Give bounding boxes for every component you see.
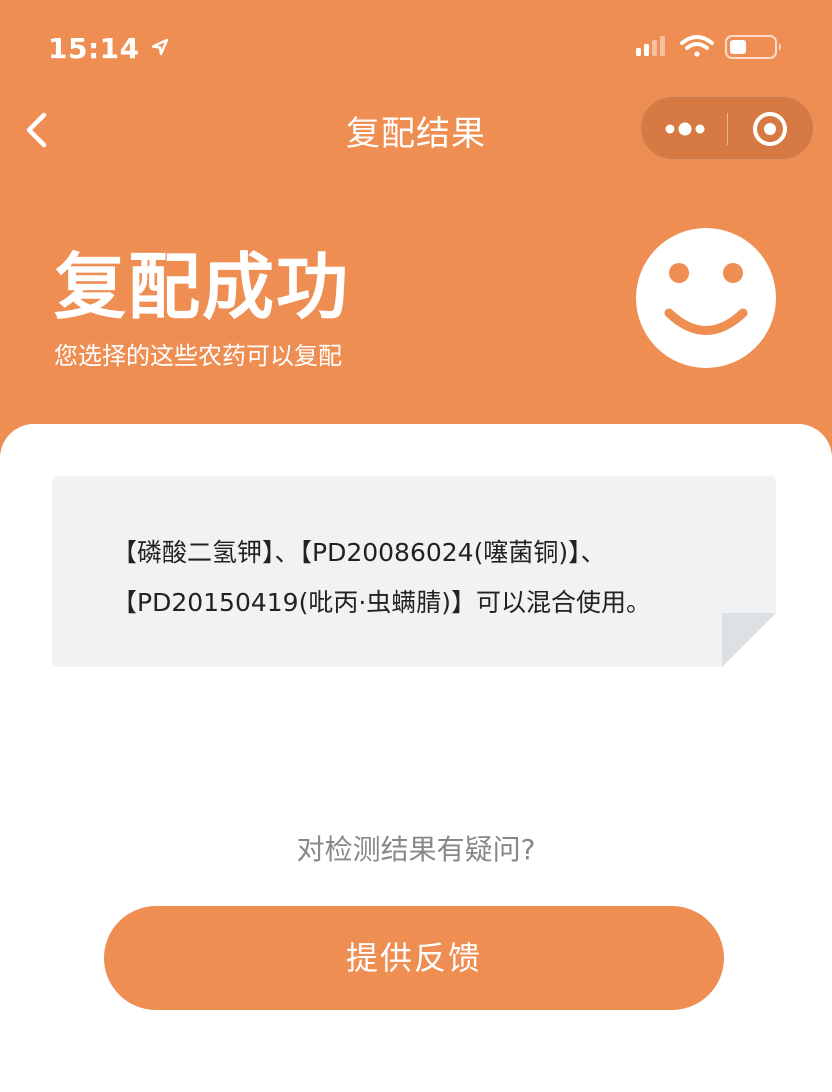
feedback-button[interactable]: 提供反馈: [104, 906, 724, 1010]
location-arrow-icon: [151, 38, 169, 56]
status-bar: 15:14: [0, 0, 832, 96]
close-button[interactable]: [728, 97, 814, 161]
note-text: 【磷酸二氢钾】、【PD20086024(噻菌铜)】、 【PD20150419(吡…: [112, 528, 732, 628]
result-title: 复配成功: [54, 245, 351, 329]
feedback-question: 对检测结果有疑问?: [296, 833, 536, 866]
signal-icon: [636, 36, 665, 56]
page-fold-corner: [722, 613, 776, 667]
nav-bar: 复配结果: [0, 96, 832, 164]
more-button[interactable]: [641, 97, 727, 161]
wifi-icon: [680, 35, 714, 57]
note-line: 【PD20150419(吡丙·虫螨腈)】可以混合使用。: [112, 588, 652, 617]
more-dots-icon: [665, 122, 705, 136]
smiley-face-icon: [636, 228, 776, 368]
result-content: 【磷酸二氢钾】、【PD20086024(噻菌铜)】、 【PD20150419(吡…: [0, 424, 832, 1092]
status-time: 15:14: [48, 32, 170, 65]
note-line: 【磷酸二氢钾】、【PD20086024(噻菌铜)】、: [112, 538, 606, 567]
result-header: 15:14 复配结果 复配成功 您选择的这些农药可以复配: [0, 0, 832, 470]
status-icons: [636, 35, 781, 59]
result-subtitle: 您选择的这些农药可以复配: [54, 342, 342, 370]
status-time-text: 15:14: [48, 32, 140, 65]
target-close-icon: [753, 112, 787, 146]
compatibility-note-card: 【磷酸二氢钾】、【PD20086024(噻菌铜)】、 【PD20150419(吡…: [52, 476, 776, 667]
mini-program-capsule: [640, 96, 814, 160]
battery-icon: [725, 35, 781, 59]
